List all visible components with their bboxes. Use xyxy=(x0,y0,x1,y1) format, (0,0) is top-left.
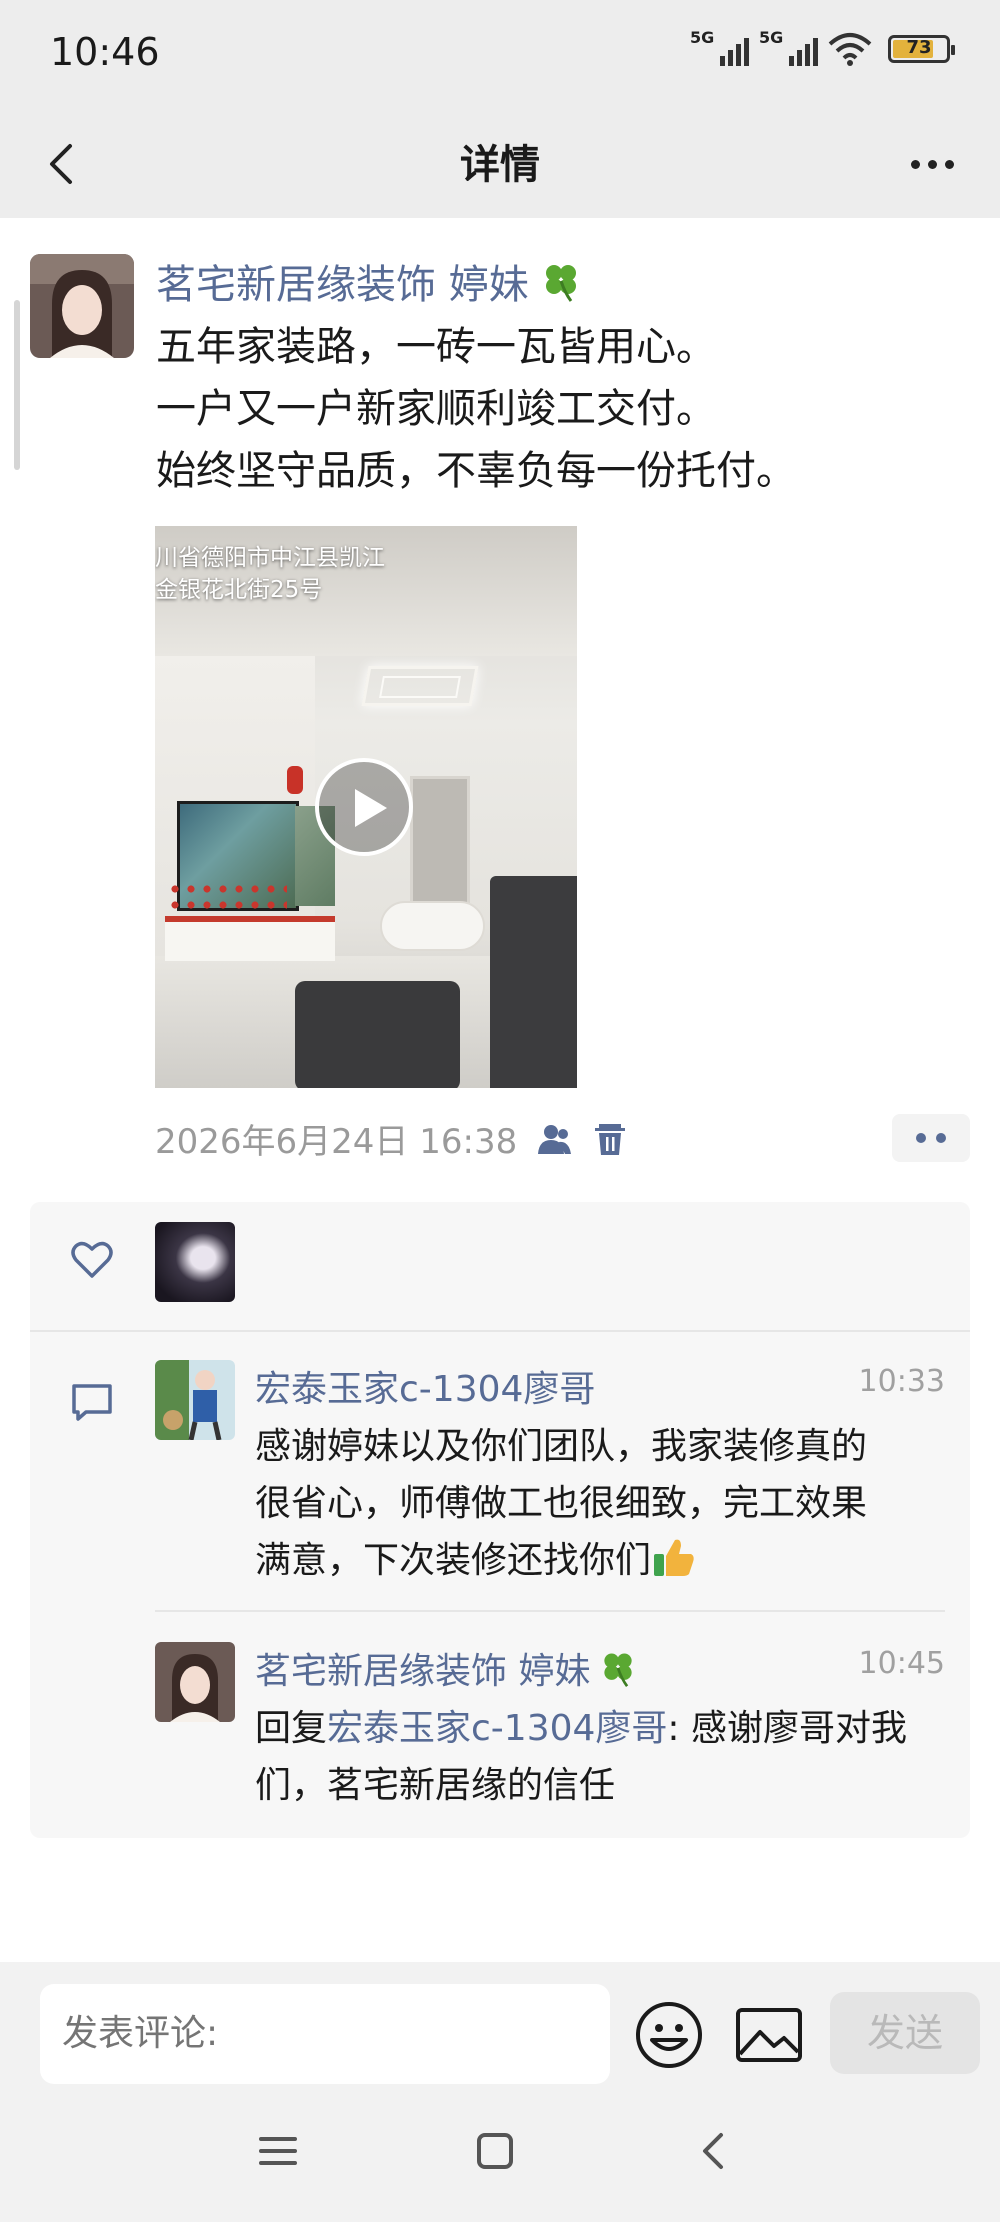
image-icon[interactable] xyxy=(734,2000,804,2070)
comment-item[interactable]: 宏泰玉家c-1304廖哥 10:33 感谢婷妹以及你们团队，我家装修真的 很省心… xyxy=(155,1360,945,1600)
system-back-icon[interactable] xyxy=(690,2126,740,2176)
scroll-indicator xyxy=(14,300,20,470)
thumbs-up-icon xyxy=(654,1539,694,1576)
delete-icon[interactable] xyxy=(591,1120,629,1158)
commenter-avatar[interactable] xyxy=(155,1642,235,1722)
post-line: 五年家装路，一砖一瓦皆用心。 xyxy=(156,324,716,370)
emoji-icon[interactable] xyxy=(634,2000,704,2070)
post-author-name: 茗宅新居缘装饰 婷妹 xyxy=(156,262,529,308)
comment-time: 10:45 xyxy=(858,1646,945,1681)
liker-avatar[interactable] xyxy=(155,1222,235,1302)
status-time: 10:46 xyxy=(50,30,160,74)
system-nav-bar xyxy=(0,2086,1000,2222)
comment-text: 回复宏泰玉家c-1304廖哥: 感谢廖哥对我 们，茗宅新居缘的信任 xyxy=(255,1708,907,1806)
comment-input[interactable] xyxy=(40,1984,610,2084)
menu-icon[interactable] xyxy=(253,2126,303,2176)
clover-icon xyxy=(545,265,576,302)
video-thumbnail[interactable]: 川省德阳市中江县凯江 金银花北街25号 xyxy=(155,526,577,1088)
comment-input-bar: 发送 xyxy=(0,1962,1000,2086)
post-meta: 2026年6月24日 16:38 xyxy=(155,1114,629,1163)
post-actions-button[interactable] xyxy=(892,1114,970,1162)
divider xyxy=(155,1610,945,1612)
comment-icon xyxy=(72,1384,112,1421)
play-icon[interactable] xyxy=(315,758,413,856)
reply-to-link[interactable]: 宏泰玉家c-1304廖哥 xyxy=(327,1708,667,1749)
video-location-caption: 川省德阳市中江县凯江 金银花北街25号 xyxy=(155,545,385,603)
more-options-icon[interactable] xyxy=(900,142,964,186)
commenter-name[interactable]: 茗宅新居缘装饰 婷妹 xyxy=(255,1642,638,1694)
wifi-icon xyxy=(828,33,872,66)
post-body: 五年家装路，一砖一瓦皆用心。 一户又一户新家顺利竣工交付。 始终坚守品质，不辜负… xyxy=(156,316,976,502)
clover-icon xyxy=(604,1653,633,1687)
post-author[interactable]: 茗宅新居缘装饰 婷妹 xyxy=(156,252,583,310)
page-title: 详情 xyxy=(460,142,540,188)
commenter-avatar[interactable] xyxy=(155,1360,235,1440)
commenter-name[interactable]: 宏泰玉家c-1304廖哥 xyxy=(255,1360,595,1412)
cellular-signal-icon-2: 5G xyxy=(759,28,818,66)
cellular-signal-icon: 5G xyxy=(690,28,749,66)
divider xyxy=(30,1330,970,1332)
heart-icon xyxy=(71,1241,113,1278)
post-line: 始终坚守品质，不辜负每一份托付。 xyxy=(156,448,796,494)
nav-bar: 详情 xyxy=(0,110,1000,218)
interactions-panel: 宏泰玉家c-1304廖哥 10:33 感谢婷妹以及你们团队，我家装修真的 很省心… xyxy=(30,1202,970,1838)
status-icons: 5G 5G 73 xyxy=(690,28,955,66)
author-avatar[interactable] xyxy=(30,254,134,358)
comment-text: 感谢婷妹以及你们团队，我家装修真的 很省心，师傅做工也很细致，完工效果 满意，下… xyxy=(255,1426,868,1581)
home-icon[interactable] xyxy=(470,2126,520,2176)
post-line: 一户又一户新家顺利竣工交付。 xyxy=(156,386,716,432)
comment-item[interactable]: 茗宅新居缘装饰 婷妹 10:45 回复宏泰玉家c-1304廖哥: 感谢廖哥对我 … xyxy=(155,1642,945,1812)
send-button[interactable]: 发送 xyxy=(830,1992,980,2074)
post-timestamp: 2026年6月24日 16:38 xyxy=(155,1122,518,1162)
status-bar: 10:46 5G 5G 73 xyxy=(0,0,1000,110)
battery-icon: 73 xyxy=(888,35,955,63)
comment-time: 10:33 xyxy=(858,1364,945,1399)
visibility-icon[interactable] xyxy=(535,1120,573,1158)
